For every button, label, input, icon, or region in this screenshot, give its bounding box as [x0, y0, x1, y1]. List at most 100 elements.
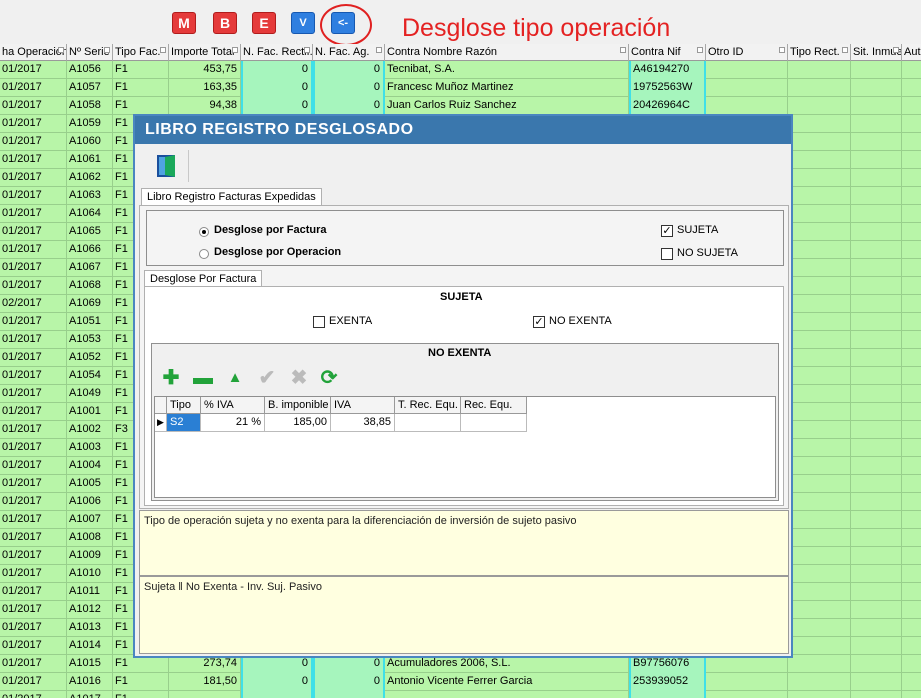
table-cell[interactable]	[902, 151, 921, 169]
table-row[interactable]: 01/2017 A1056 F1 453,75 0 0 Tecnibat, S.A. A461…	[0, 61, 921, 79]
b-button[interactable]: B	[213, 12, 237, 34]
table-cell[interactable]: 01/2017	[0, 313, 67, 331]
filter-icon[interactable]	[304, 47, 310, 53]
cell-iva-pct[interactable]: 21 %	[201, 414, 265, 432]
table-cell[interactable]: A1012	[67, 601, 113, 619]
table-cell[interactable]: A1004	[67, 457, 113, 475]
table-cell[interactable]: A1009	[67, 547, 113, 565]
table-cell[interactable]	[706, 79, 788, 97]
table-cell[interactable]: 453,75	[169, 61, 241, 79]
grid-col-header[interactable]: Aut	[902, 44, 921, 61]
table-cell[interactable]: A46194270	[629, 61, 706, 79]
table-cell[interactable]	[851, 97, 902, 115]
table-cell[interactable]	[851, 601, 902, 619]
table-cell[interactable]: 01/2017	[0, 403, 67, 421]
table-cell[interactable]	[902, 79, 921, 97]
table-cell[interactable]	[788, 583, 851, 601]
table-cell[interactable]	[788, 475, 851, 493]
table-cell[interactable]	[851, 583, 902, 601]
refresh-icon[interactable]: ⟳	[318, 368, 340, 388]
table-cell[interactable]: A1054	[67, 367, 113, 385]
table-cell[interactable]	[851, 367, 902, 385]
table-cell[interactable]	[851, 439, 902, 457]
table-cell[interactable]	[788, 259, 851, 277]
table-cell[interactable]	[788, 277, 851, 295]
table-cell[interactable]: 181,50	[169, 673, 241, 691]
table-cell[interactable]	[851, 223, 902, 241]
table-cell[interactable]	[788, 313, 851, 331]
table-cell[interactable]	[851, 475, 902, 493]
table-cell[interactable]	[902, 349, 921, 367]
table-cell[interactable]	[385, 691, 629, 698]
table-cell[interactable]: A1060	[67, 133, 113, 151]
table-cell[interactable]	[851, 385, 902, 403]
table-cell[interactable]	[788, 115, 851, 133]
table-cell[interactable]: A1065	[67, 223, 113, 241]
table-cell[interactable]	[851, 151, 902, 169]
grid-col-header[interactable]: Tipo Rect.	[788, 44, 851, 61]
table-cell[interactable]	[902, 601, 921, 619]
table-cell[interactable]	[851, 619, 902, 637]
table-cell[interactable]: 0	[313, 97, 385, 115]
table-cell[interactable]: A1007	[67, 511, 113, 529]
table-cell[interactable]	[851, 259, 902, 277]
table-cell[interactable]	[851, 277, 902, 295]
table-cell[interactable]: A1049	[67, 385, 113, 403]
table-cell[interactable]: 01/2017	[0, 331, 67, 349]
grid-col-header[interactable]: Sit. Inmue	[851, 44, 902, 61]
table-cell[interactable]	[788, 367, 851, 385]
table-cell[interactable]	[788, 637, 851, 655]
table-cell[interactable]	[629, 691, 706, 698]
table-cell[interactable]: A1058	[67, 97, 113, 115]
table-cell[interactable]: Antonio Vicente Ferrer Garcia	[385, 673, 629, 691]
table-cell[interactable]	[788, 673, 851, 691]
grid-col-header[interactable]: Contra Nombre Razón	[385, 44, 629, 61]
table-cell[interactable]: A1057	[67, 79, 113, 97]
table-cell[interactable]: 0	[313, 61, 385, 79]
delete-icon[interactable]: ▬	[192, 368, 214, 388]
table-cell[interactable]	[851, 655, 902, 673]
table-cell[interactable]: 01/2017	[0, 61, 67, 79]
table-cell[interactable]	[241, 691, 313, 698]
table-cell[interactable]	[788, 151, 851, 169]
table-cell[interactable]: 01/2017	[0, 169, 67, 187]
table-cell[interactable]	[851, 61, 902, 79]
table-cell[interactable]	[902, 457, 921, 475]
table-cell[interactable]	[902, 547, 921, 565]
table-cell[interactable]: 01/2017	[0, 619, 67, 637]
table-cell[interactable]: 20426964C	[629, 97, 706, 115]
table-cell[interactable]	[851, 331, 902, 349]
filter-icon[interactable]	[376, 47, 382, 53]
table-cell[interactable]: A1016	[67, 673, 113, 691]
table-cell[interactable]: F1	[113, 691, 169, 698]
table-cell[interactable]	[788, 403, 851, 421]
filter-icon[interactable]	[160, 47, 166, 53]
table-cell[interactable]: A1052	[67, 349, 113, 367]
table-cell[interactable]	[788, 79, 851, 97]
filter-icon[interactable]	[893, 47, 899, 53]
cell-rec-equ[interactable]	[461, 414, 527, 432]
table-cell[interactable]	[851, 133, 902, 151]
table-cell[interactable]: 01/2017	[0, 97, 67, 115]
filter-icon[interactable]	[842, 47, 848, 53]
table-cell[interactable]	[851, 295, 902, 313]
table-cell[interactable]	[788, 439, 851, 457]
table-cell[interactable]: 0	[241, 79, 313, 97]
table-cell[interactable]	[851, 241, 902, 259]
table-cell[interactable]: 01/2017	[0, 691, 67, 698]
table-cell[interactable]: F1	[113, 61, 169, 79]
table-cell[interactable]: 0	[241, 61, 313, 79]
table-cell[interactable]	[788, 205, 851, 223]
filter-icon[interactable]	[104, 47, 110, 53]
table-cell[interactable]	[902, 97, 921, 115]
table-cell[interactable]	[788, 133, 851, 151]
table-cell[interactable]: 01/2017	[0, 583, 67, 601]
table-cell[interactable]	[902, 331, 921, 349]
table-cell[interactable]	[851, 403, 902, 421]
table-cell[interactable]	[902, 61, 921, 79]
table-cell[interactable]	[902, 115, 921, 133]
table-cell[interactable]: 01/2017	[0, 529, 67, 547]
table-cell[interactable]: 01/2017	[0, 421, 67, 439]
radio-desglose-factura[interactable]	[199, 227, 209, 237]
confirm-icon[interactable]: ✔	[256, 368, 278, 388]
